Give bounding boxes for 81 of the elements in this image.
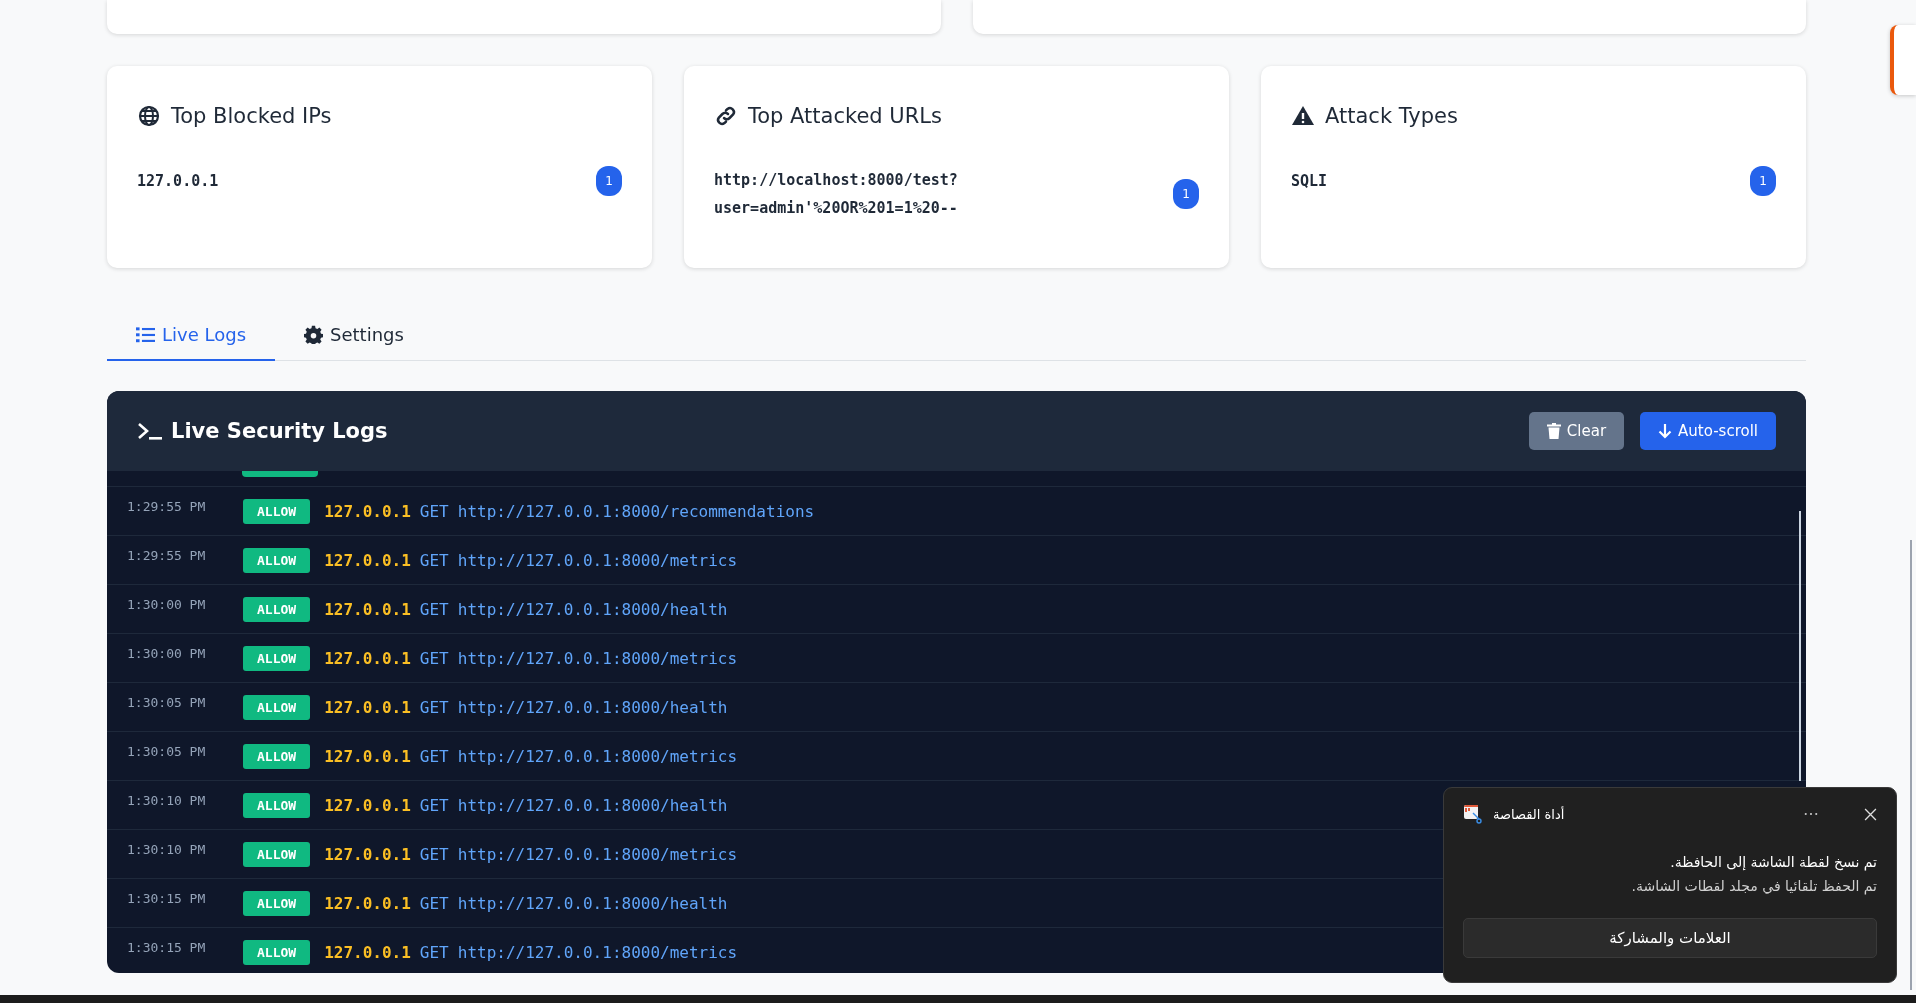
status-badge: ALLOW	[243, 547, 311, 573]
status-badge: ALLOW	[243, 743, 311, 769]
status-badge: ALLOW	[243, 498, 311, 524]
log-method: GET	[419, 795, 449, 815]
log-method: GET	[419, 697, 449, 717]
link-icon	[714, 104, 738, 128]
app-name: أداة القصاصة	[1493, 806, 1565, 822]
log-url: http://127.0.0.1:8000/health	[457, 697, 728, 717]
log-url: http://127.0.0.1:8000/metrics	[457, 550, 738, 570]
log-method: GET	[419, 844, 449, 864]
log-time: 1:30:10 PM	[127, 793, 207, 808]
log-url: http://127.0.0.1:8000/metrics	[457, 844, 738, 864]
card-title: Top Attacked URLs	[748, 104, 942, 128]
log-ip: 127.0.0.1	[324, 746, 411, 766]
scrollbar[interactable]	[1799, 511, 1801, 781]
log-url: http://127.0.0.1:8000/health	[457, 795, 728, 815]
terminal-icon	[137, 421, 163, 441]
log-ip: 127.0.0.1	[324, 501, 411, 521]
log-url: http://127.0.0.1:8000/health	[457, 599, 728, 619]
log-ip: 127.0.0.1	[324, 648, 411, 668]
trash-icon	[1546, 423, 1561, 439]
log-method: GET	[419, 746, 449, 766]
card-title: Attack Types	[1325, 104, 1458, 128]
item-label: SQLI	[1291, 171, 1328, 192]
log-time: 1:30:05 PM	[127, 695, 207, 710]
tab[interactable]: Live Logs	[107, 310, 275, 361]
log-time: 1:30:10 PM	[127, 842, 207, 857]
scrollbar[interactable]	[1910, 540, 1912, 990]
log-time: 1:30:15 PM	[127, 891, 207, 906]
close-icon[interactable]	[1864, 807, 1877, 821]
log-method: GET	[419, 550, 449, 570]
log-time: 1:30:00 PM	[127, 597, 207, 612]
count-badge: 1	[1173, 179, 1199, 209]
log-method: GET	[419, 501, 449, 521]
toolbar-button[interactable]: Auto-scroll	[1640, 412, 1776, 450]
status-badge: ALLOW	[243, 939, 311, 965]
status-badge: ALLOW	[243, 792, 311, 818]
card-title: Top Blocked IPs	[171, 104, 332, 128]
notification-text: تم الحفظ تلقائيا في مجلد لقطات الشاشة.	[1630, 877, 1877, 897]
globe-icon	[137, 104, 161, 128]
log-ip: 127.0.0.1	[324, 550, 411, 570]
status-badge: ALLOW	[243, 890, 311, 916]
status-badge: ALLOW	[243, 645, 311, 671]
item-label: 127.0.0.1	[137, 171, 219, 192]
log-ip: 127.0.0.1	[324, 599, 411, 619]
log-ip: 127.0.0.1	[324, 844, 411, 864]
log-url: http://127.0.0.1:8000/metrics	[457, 648, 738, 668]
log-method: GET	[419, 648, 449, 668]
arrow-down-icon	[1658, 423, 1673, 439]
log-time: 1:30:15 PM	[127, 940, 207, 955]
log-time: 1:30:00 PM	[127, 646, 207, 661]
more-icon[interactable]	[1804, 812, 1818, 816]
log-url: http://127.0.0.1:8000/health	[457, 893, 728, 913]
log-time: 1:29:55 PM	[127, 548, 207, 563]
log-ip: 127.0.0.1	[324, 893, 411, 913]
log-method: GET	[419, 599, 449, 619]
settings-icon	[304, 325, 323, 344]
log-url: http://127.0.0.1:8000/recommendations	[457, 501, 815, 521]
log-url: http://127.0.0.1:8000/metrics	[457, 942, 738, 962]
log-time: 1:29:55 PM	[127, 499, 207, 514]
count-badge: 1	[596, 166, 622, 196]
notification-text: تم نسخ لقطة الشاشة إلى الحافظة.	[1669, 853, 1877, 873]
log-url: http://127.0.0.1:8000/metrics	[457, 746, 738, 766]
toolbar-button[interactable]: Clear	[1528, 412, 1625, 450]
status-badge: ALLOW	[243, 841, 311, 867]
log-ip: 127.0.0.1	[324, 697, 411, 717]
log-method: GET	[419, 942, 449, 962]
tab[interactable]: Settings	[275, 310, 433, 361]
list-icon	[136, 325, 155, 344]
snipping-tool-icon	[1463, 804, 1483, 824]
item-label: http://localhost:8000/test?user=admin'%20OR%201=1%20--	[714, 170, 959, 219]
count-badge: 1	[1750, 166, 1776, 196]
markup-button[interactable]: العلامات والمشاركة	[1463, 918, 1877, 958]
status-badge: ALLOW	[243, 694, 311, 720]
log-method: GET	[419, 893, 449, 913]
log-ip: 127.0.0.1	[324, 942, 411, 962]
status-badge: ALLOW	[243, 596, 311, 622]
log-ip: 127.0.0.1	[324, 795, 411, 815]
panel-title: Live Security Logs	[171, 419, 388, 443]
warning-icon	[1291, 104, 1315, 128]
log-time: 1:30:05 PM	[127, 744, 207, 759]
